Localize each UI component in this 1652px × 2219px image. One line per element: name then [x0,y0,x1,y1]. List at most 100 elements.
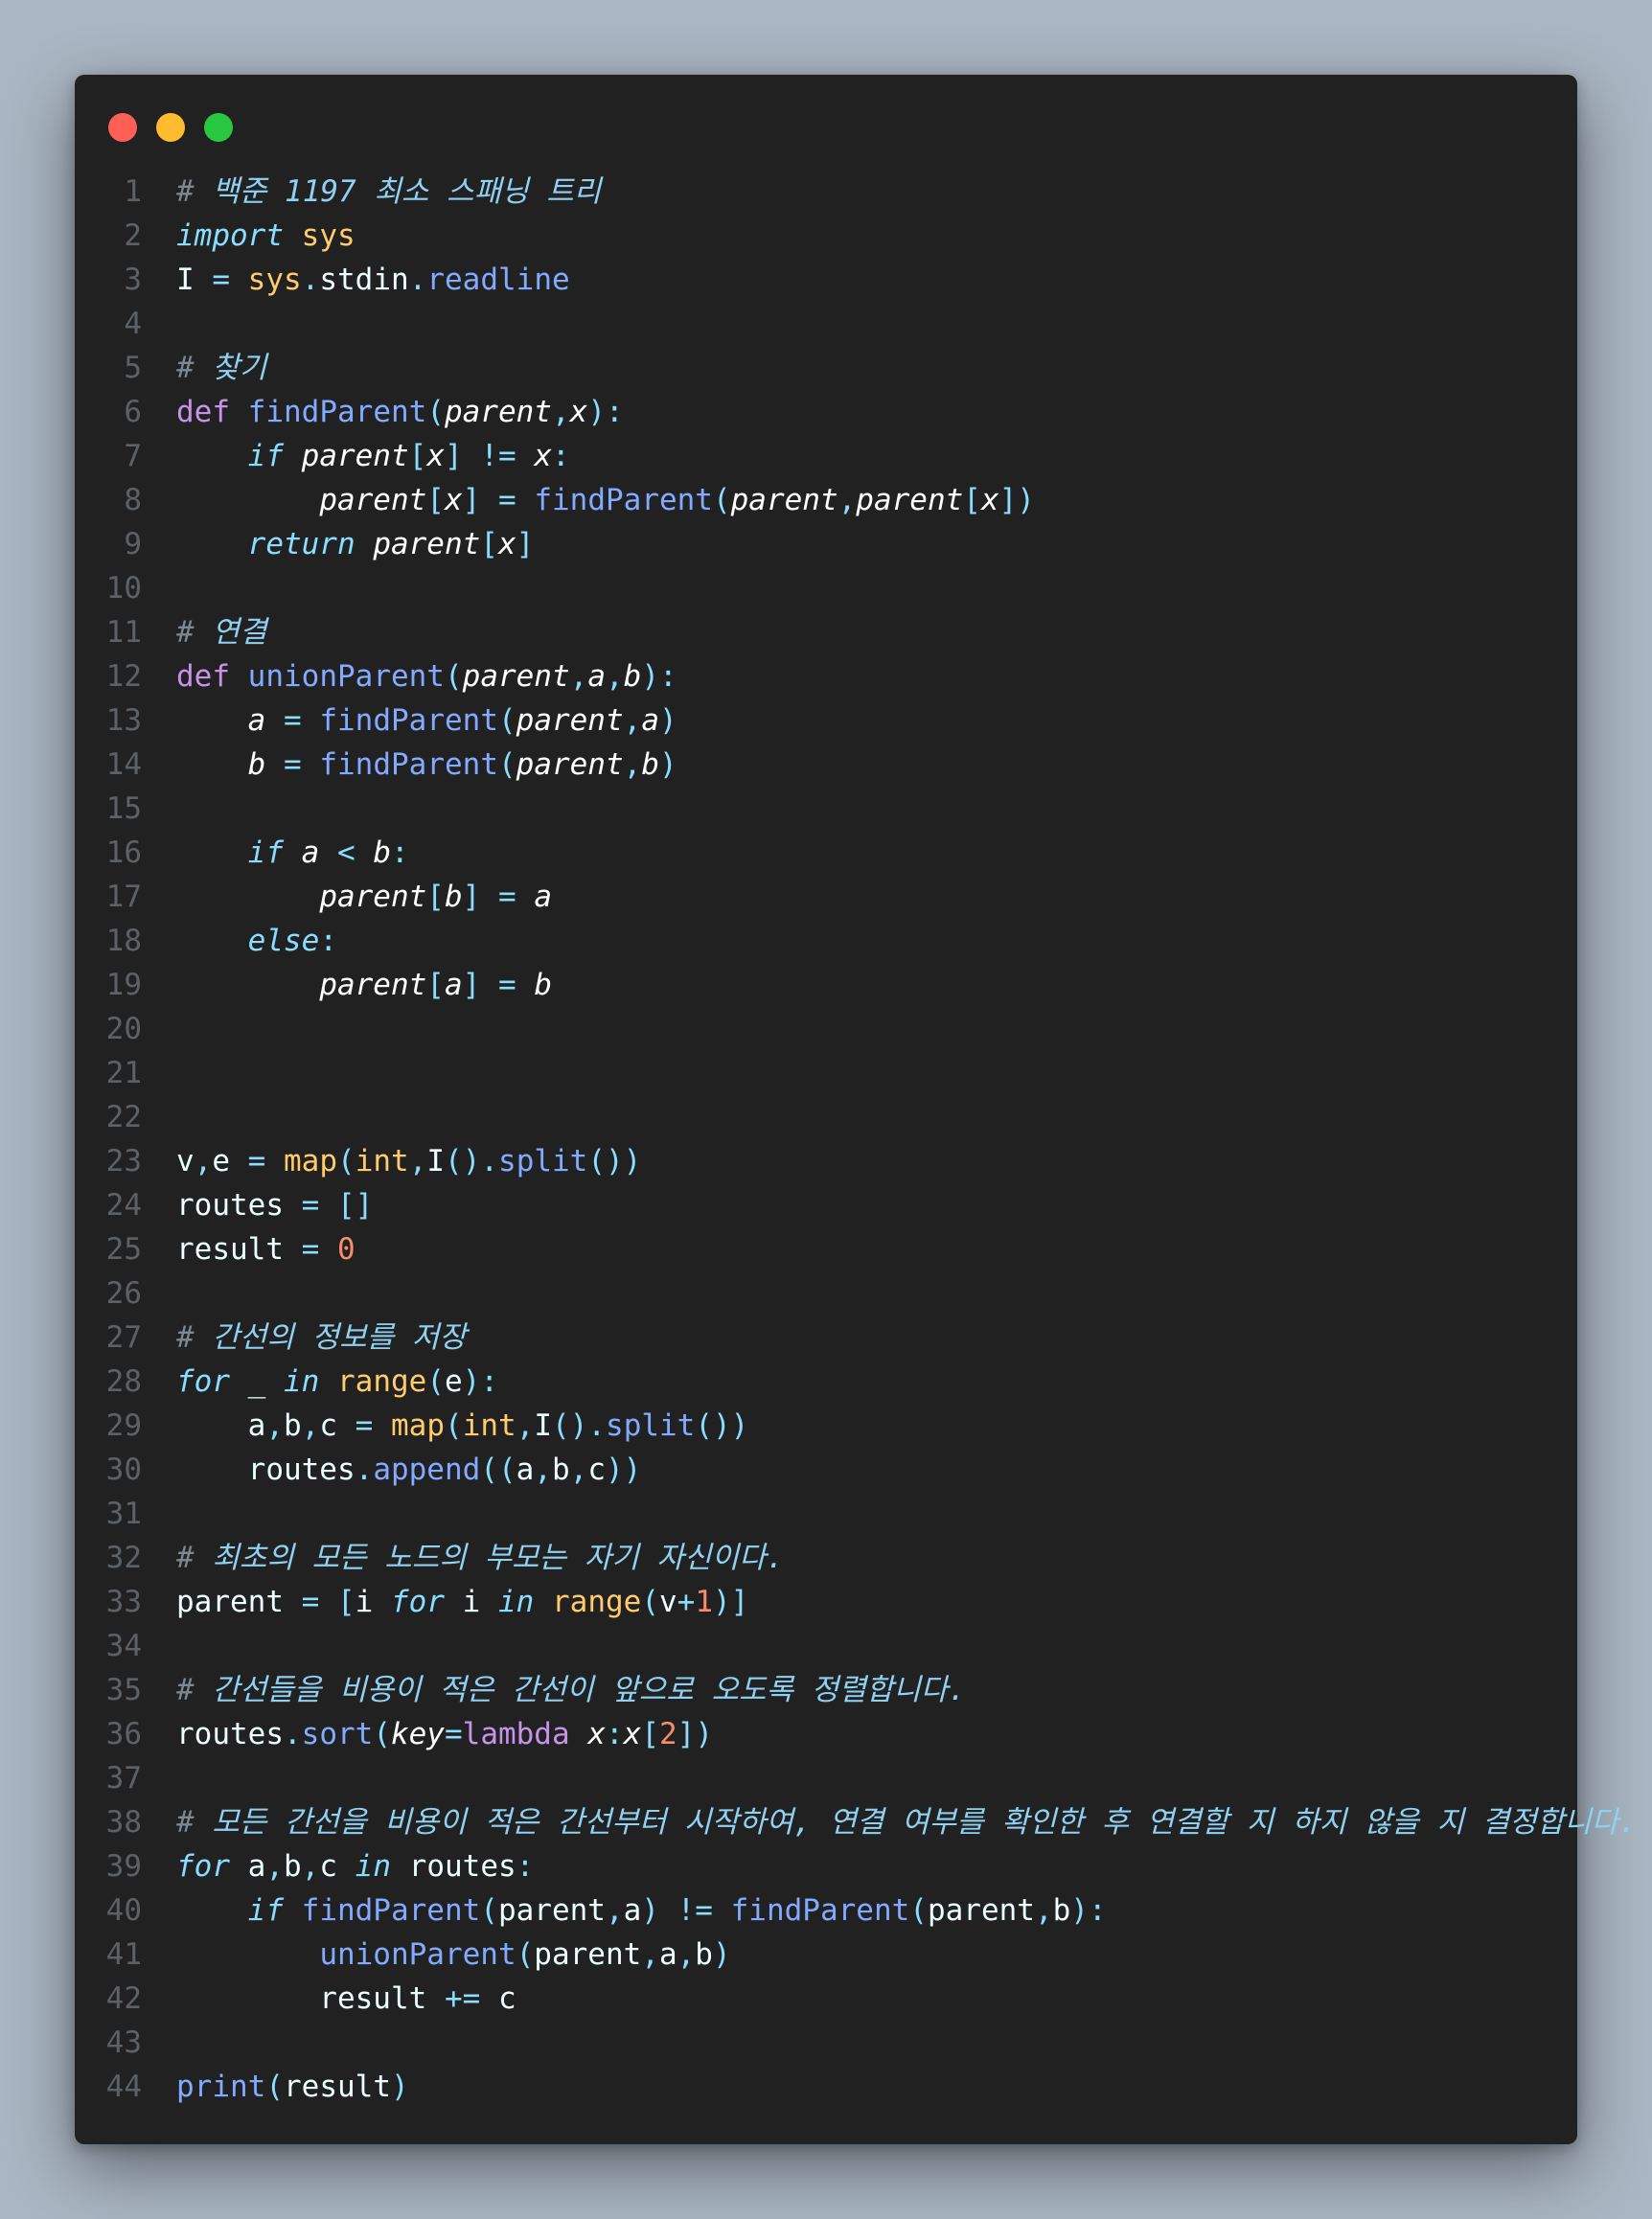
code-token: = [284,703,302,738]
code-token: parent [856,483,964,517]
code-token: ( [426,1364,445,1399]
code-token: ()) [587,1144,642,1178]
code-token: a [230,1849,266,1884]
code-line: 32 # 최초의 모든 노드의 부모는 자기 자신이다. [75,1536,1577,1580]
line-source: unionParent(parent,a,b) [176,1933,730,1977]
code-token: ]) [998,483,1035,517]
code-token: if [247,1893,284,1928]
code-token: ( [480,1893,498,1928]
code-line: 26 [75,1271,1577,1315]
code-line: 44 print(result) [75,2065,1577,2109]
line-number: 6 [124,395,142,429]
code-token: ] [462,880,481,914]
minimize-dot-icon[interactable] [156,113,185,142]
code-token: # [176,615,213,650]
code-token: = [284,747,302,782]
code-token: e [212,1144,248,1178]
code-line: 35 # 간선들을 비용이 적은 간선이 앞으로 오도록 정렬합니다. [75,1668,1577,1712]
code-token: . [283,1717,302,1751]
code-token: range [337,1364,427,1399]
line-number: 34 [105,1629,142,1663]
line-number: 26 [105,1276,142,1311]
code-token: sort [301,1717,374,1751]
code-token: x [426,439,445,473]
code-token: ): [462,1364,498,1399]
line-source: # 찾기 [176,346,266,390]
code-token: [ [408,439,427,473]
code-token: parent [373,527,481,561]
code-token: , [534,1453,552,1487]
line-number: 2 [124,218,142,253]
line-number: 4 [124,307,142,341]
code-token: for [176,1849,230,1884]
code-token: ): [1070,1893,1107,1928]
code-token: 찾기 [212,351,267,385]
code-token: v [659,1585,677,1619]
code-token: = [444,1717,463,1751]
code-line: 10 [75,566,1577,610]
code-token: += [444,1981,481,2016]
code-token: , [623,747,642,782]
code-token: range [552,1585,642,1619]
code-token: def [176,659,230,694]
code-line: 17 parent[b] = a [75,875,1577,919]
code-line: 8 parent[x] = findParent(parent,parent[x… [75,478,1577,522]
code-token: c [319,1408,356,1443]
code-line: 20 [75,1007,1577,1051]
line-source: # 최초의 모든 노드의 부모는 자기 자신이다. [176,1536,784,1580]
code-token: ] [516,527,535,561]
line-source: return parent[x] [176,522,535,566]
code-token: readline [426,263,570,297]
code-line: 12 def unionParent(parent,a,b): [75,654,1577,698]
line-source: # 백준 1197 최소 스패닝 트리 [176,170,601,214]
maximize-dot-icon[interactable] [204,113,233,142]
line-source: a,b,c = map(int,I().split()) [176,1404,749,1448]
line-number: 9 [124,527,142,561]
code-token: parent [534,1937,642,1972]
code-token: key [390,1717,445,1751]
line-number: 38 [105,1805,142,1840]
line-source: def findParent(parent,x): [176,390,624,434]
code-token: in [284,1364,320,1399]
code-token: in [355,1849,391,1884]
code-token: ]) [677,1717,713,1751]
line-source: a = findParent(parent,a) [176,698,677,743]
code-line: 39 for a,b,c in routes: [75,1844,1577,1888]
code-token: def [176,395,230,429]
code-token: (). [445,1144,499,1178]
code-token: ( [444,659,463,694]
code-line: 29 a,b,c = map(int,I().split()) [75,1404,1577,1448]
code-line: 40 if findParent(parent,a) != findParent… [75,1888,1577,1933]
code-line: 16 if a < b: [75,831,1577,875]
code-token: [ [963,483,981,517]
close-dot-icon[interactable] [108,113,137,142]
code-token: parent [176,1585,302,1619]
code-token: x [534,439,552,473]
code-token: , [605,1893,624,1928]
code-token: b [641,747,659,782]
line-source: for a,b,c in routes: [176,1844,534,1888]
code-token: ()) [695,1408,749,1443]
code-token: c [319,1849,356,1884]
code-token: result [176,1981,445,2016]
code-token: a [176,1408,266,1443]
code-token: # [176,1541,213,1575]
code-token: , [605,659,624,694]
code-token: ): [587,395,624,429]
code-token: routes [176,1453,356,1487]
code-line: 42 result += c [75,1977,1577,2021]
code-line: 34 [75,1624,1577,1668]
code-token: = [497,880,516,914]
code-token: b [1052,1893,1071,1928]
code-token: x [569,395,588,429]
